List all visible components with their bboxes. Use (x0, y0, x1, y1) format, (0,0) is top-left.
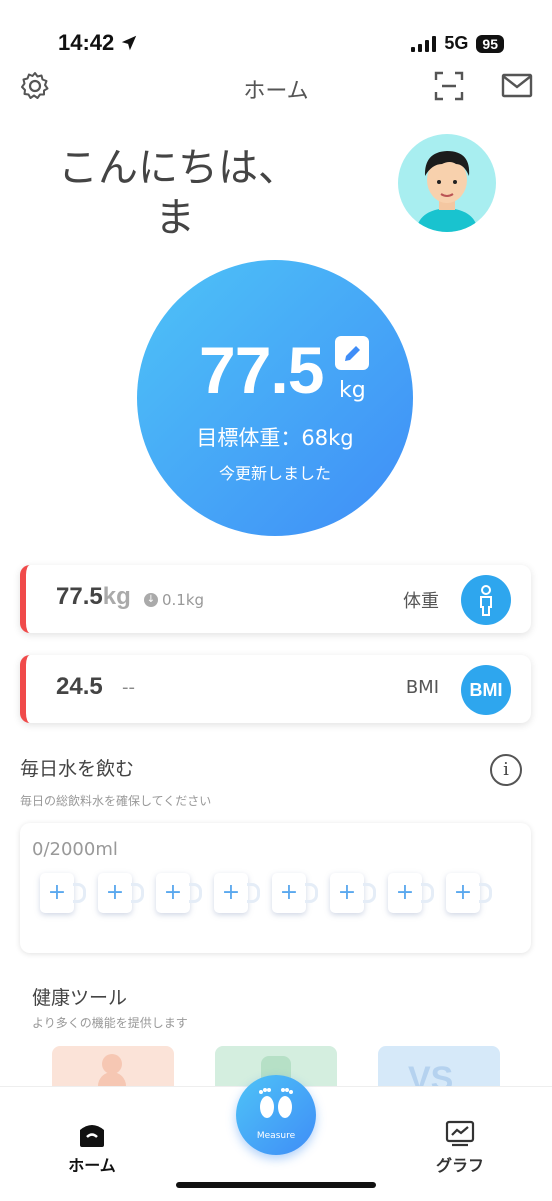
baby-icon (98, 1054, 126, 1100)
bmi-card-extra: -- (122, 677, 135, 698)
weight-card-unit: kg (102, 583, 131, 610)
bmi-card-value: 24.5 (56, 673, 103, 700)
add-cup-button[interactable]: + (40, 873, 86, 913)
status-time-text: 14:42 (58, 30, 115, 55)
bmi-card-label: BMI (405, 677, 439, 698)
weight-card[interactable]: 77.5kg ↓ 0.1kg 体重 (20, 565, 531, 633)
add-cup-button[interactable]: + (388, 873, 434, 913)
mail-icon[interactable] (501, 72, 533, 100)
scan-icon[interactable] (433, 70, 465, 102)
status-time: 14:42 (58, 30, 138, 56)
tools-subtitle: より多くの機能を提供します (32, 1016, 188, 1030)
tools-title: 健康ツール (32, 987, 128, 1009)
add-cup-button[interactable]: + (98, 873, 144, 913)
bmi-card[interactable]: 24.5 -- BMI BMI (20, 655, 531, 723)
avatar-face-icon (416, 151, 478, 232)
person-icon (461, 575, 511, 625)
edit-weight-button[interactable] (335, 336, 369, 370)
battery-icon: 95 (476, 34, 504, 53)
weight-card-label: 体重 (403, 591, 439, 612)
weight-delta: ↓ 0.1kg (144, 591, 204, 609)
goal-weight: 目標体重：68kg (196, 426, 354, 450)
tab-home-label: ホーム (68, 1156, 116, 1175)
info-icon[interactable]: i (490, 754, 522, 786)
weight-card-number: 77.5 (56, 583, 103, 610)
water-title: 毎日水を飲む (20, 758, 135, 780)
tool-card-baby[interactable] (52, 1046, 174, 1100)
greeting-line2: ま (155, 195, 195, 241)
page-title: ホーム (243, 79, 309, 104)
water-subtitle: 毎日の総飲料水を確保してください (20, 794, 212, 808)
location-arrow-icon (122, 35, 137, 51)
pencil-icon (345, 346, 360, 361)
bmi-icon: BMI (461, 665, 511, 715)
water-cups: + + + + + + + + (40, 873, 492, 913)
avatar[interactable] (398, 134, 496, 232)
status-indicators: 5G 95 (411, 33, 504, 54)
add-cup-button[interactable]: + (330, 873, 376, 913)
add-cup-button[interactable]: + (156, 873, 202, 913)
water-amount: 0/2000ml (32, 839, 118, 860)
weight-summary-circle: 77.5 kg 目標体重：68kg 今更新しました (137, 260, 413, 536)
weight-card-value: 77.5kg (56, 583, 131, 611)
graph-icon (445, 1120, 475, 1147)
greeting-line1: こんにちは、 (58, 145, 298, 191)
tab-graph[interactable]: グラフ (430, 1120, 490, 1176)
network-label: 5G (444, 33, 469, 53)
arrow-down-icon: ↓ (144, 593, 158, 607)
home-indicator (176, 1182, 376, 1188)
footprints-icon (259, 1088, 293, 1118)
measure-button[interactable]: Measure (236, 1075, 316, 1155)
tab-home[interactable]: ホーム (62, 1120, 122, 1176)
current-weight: 77.5 (199, 333, 324, 407)
weight-unit: kg (339, 378, 366, 403)
measure-label: Measure (256, 1131, 296, 1141)
home-icon (80, 1125, 104, 1147)
add-cup-button[interactable]: + (446, 873, 492, 913)
updated-status: 今更新しました (218, 464, 331, 483)
signal-icon (411, 35, 437, 52)
vs-icon: VS (408, 1060, 453, 1098)
add-cup-button[interactable]: + (272, 873, 318, 913)
tab-graph-label: グラフ (435, 1156, 484, 1175)
water-tracker: 0/2000ml + + + + + + + + (20, 823, 531, 953)
tool-card-compare[interactable]: VS (378, 1046, 500, 1098)
add-cup-button[interactable]: + (214, 873, 260, 913)
weight-delta-value: 0.1kg (162, 591, 205, 609)
